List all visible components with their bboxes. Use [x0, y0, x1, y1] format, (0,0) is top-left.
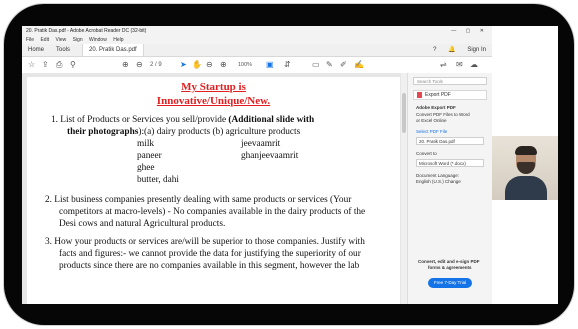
export-pdf-button[interactable]: Export PDF — [413, 90, 487, 100]
export-pdf-icon — [417, 91, 422, 98]
print-icon[interactable]: ⎙ — [56, 60, 62, 70]
product-jeevaamrit: jeevaamrit — [241, 139, 281, 149]
help-icon[interactable]: ? — [433, 47, 436, 53]
product-ghee: ghee — [137, 163, 155, 173]
item-1-line-1: 1. List of Products or Services you sell… — [51, 115, 315, 125]
item-2-line-2: competitors at macro-levels) - No compan… — [59, 207, 366, 217]
promo-line-2: forms & agreements — [428, 265, 472, 270]
tab-bar: Home Tools 20. Pratik Das.pdf ? 🔔 Sign I… — [22, 44, 492, 57]
product-milk: milk — [137, 139, 155, 149]
notification-icon[interactable]: 🔔 — [448, 47, 455, 53]
webcam-person-body — [505, 176, 547, 200]
language-value[interactable]: English (U.S.) Change — [416, 179, 461, 185]
highlight-icon[interactable]: ✎ — [326, 60, 333, 70]
pdf-page: My Startup is Innovative/Unique/New. 1. … — [27, 77, 400, 304]
product-ghanjeevaamrit: ghanjeevaamrit — [241, 151, 299, 161]
tools-pane: Search Tools Export PDF Adobe Export PDF… — [407, 73, 492, 304]
zoom-in-icon[interactable]: ⊕ — [220, 60, 227, 70]
selected-file-field[interactable]: 20. Pratik Das.pdf — [416, 137, 484, 145]
menu-bar: File Edit View Sign Window Help — [22, 36, 492, 44]
search-icon[interactable]: ⚲ — [70, 60, 76, 70]
tab-right-area: ? 🔔 Sign In — [433, 44, 486, 56]
sign-icon[interactable]: ✍ — [354, 60, 364, 70]
device-bezel: 20. Pratik Das.pdf - Adobe Acrobat Reade… — [4, 4, 574, 325]
item-2-line-3: Desi cows and natural Agricultural produ… — [59, 219, 226, 229]
title-bar: 20. Pratik Das.pdf - Adobe Acrobat Reade… — [22, 26, 492, 36]
fit-page-icon[interactable]: ▣ — [266, 60, 274, 70]
menu-sign[interactable]: Sign — [73, 37, 83, 43]
comment-icon[interactable]: ▭ — [312, 60, 320, 70]
webcam-video — [492, 136, 558, 200]
item-3-line-1: 3. How your products or services are/wil… — [45, 237, 365, 247]
upload-icon[interactable]: ⇪ — [42, 60, 49, 70]
tab-document[interactable]: 20. Pratik Das.pdf — [82, 44, 144, 56]
zoom-out-icon[interactable]: ⊖ — [206, 60, 213, 70]
zoom-level[interactable]: 100% — [238, 60, 252, 70]
cloud-icon[interactable]: ☁ — [470, 60, 478, 70]
share-icon[interactable]: ⇌ — [440, 60, 447, 70]
menu-edit[interactable]: Edit — [40, 37, 49, 43]
select-cursor-icon[interactable]: ➤ — [180, 60, 187, 70]
prev-page-icon[interactable]: ⊕ — [122, 60, 129, 70]
tab-home[interactable]: Home — [22, 44, 50, 56]
product-paneer: paneer — [137, 151, 162, 161]
draw-icon[interactable]: ✐ — [340, 60, 347, 70]
screen: 20. Pratik Das.pdf - Adobe Acrobat Reade… — [22, 26, 558, 304]
webcam-person-hair — [515, 146, 537, 155]
next-page-icon[interactable]: ⊖ — [136, 60, 143, 70]
item-2-line-1: 2. List business companies presently dea… — [45, 195, 352, 205]
page-title-line-2: Innovative/Unique/New. — [156, 95, 271, 107]
acrobat-window: 20. Pratik Das.pdf - Adobe Acrobat Reade… — [22, 26, 492, 304]
item-3-line-2: facts and figures:- we cannot provide th… — [59, 249, 361, 259]
convert-select[interactable]: Microsoft Word (*.docx) — [416, 159, 484, 167]
menu-window[interactable]: Window — [89, 37, 107, 43]
free-trial-button[interactable]: Free 7-Day Trial — [428, 278, 472, 288]
hand-icon[interactable]: ✋ — [192, 60, 202, 70]
sign-in-link[interactable]: Sign In — [467, 47, 486, 53]
convert-label: Convert to — [416, 151, 437, 156]
save-icon[interactable]: ☆ — [28, 60, 35, 70]
product-butter-dahi: butter, dahi — [137, 175, 179, 185]
document-area[interactable]: My Startup is Innovative/Unique/New. 1. … — [22, 73, 407, 304]
page-title-line-1: My Startup is — [181, 81, 246, 93]
menu-help[interactable]: Help — [113, 37, 123, 43]
toolbar: ☆ ⇪ ⎙ ⚲ ⊕ ⊖ 2 / 9 ➤ ✋ ⊖ ⊕ 100% ▣ ⇵ ▭ ✎ ✐… — [22, 57, 492, 74]
menu-file[interactable]: File — [26, 37, 34, 43]
item-3-line-3: products since there are no companies av… — [59, 261, 360, 271]
window-controls[interactable]: — ▢ ✕ — [451, 26, 488, 36]
export-desc-2: or Excel Online — [416, 118, 447, 123]
scroll-mode-icon[interactable]: ⇵ — [284, 60, 291, 70]
tab-tools[interactable]: Tools — [50, 44, 76, 56]
item-1-line-2: their photographs):(a) dairy products (b… — [67, 127, 301, 137]
scrollbar-thumb[interactable] — [402, 93, 406, 133]
select-pdf-label[interactable]: Select PDF File — [416, 129, 447, 135]
page-number-input[interactable]: 2 / 9 — [150, 60, 162, 70]
mail-icon[interactable]: ✉ — [456, 60, 463, 70]
menu-view[interactable]: View — [55, 37, 66, 43]
export-heading: Adobe Export PDF — [416, 105, 456, 110]
window-title: 20. Pratik Das.pdf - Adobe Acrobat Reade… — [26, 28, 147, 34]
search-tools-input[interactable]: Search Tools — [413, 77, 487, 85]
